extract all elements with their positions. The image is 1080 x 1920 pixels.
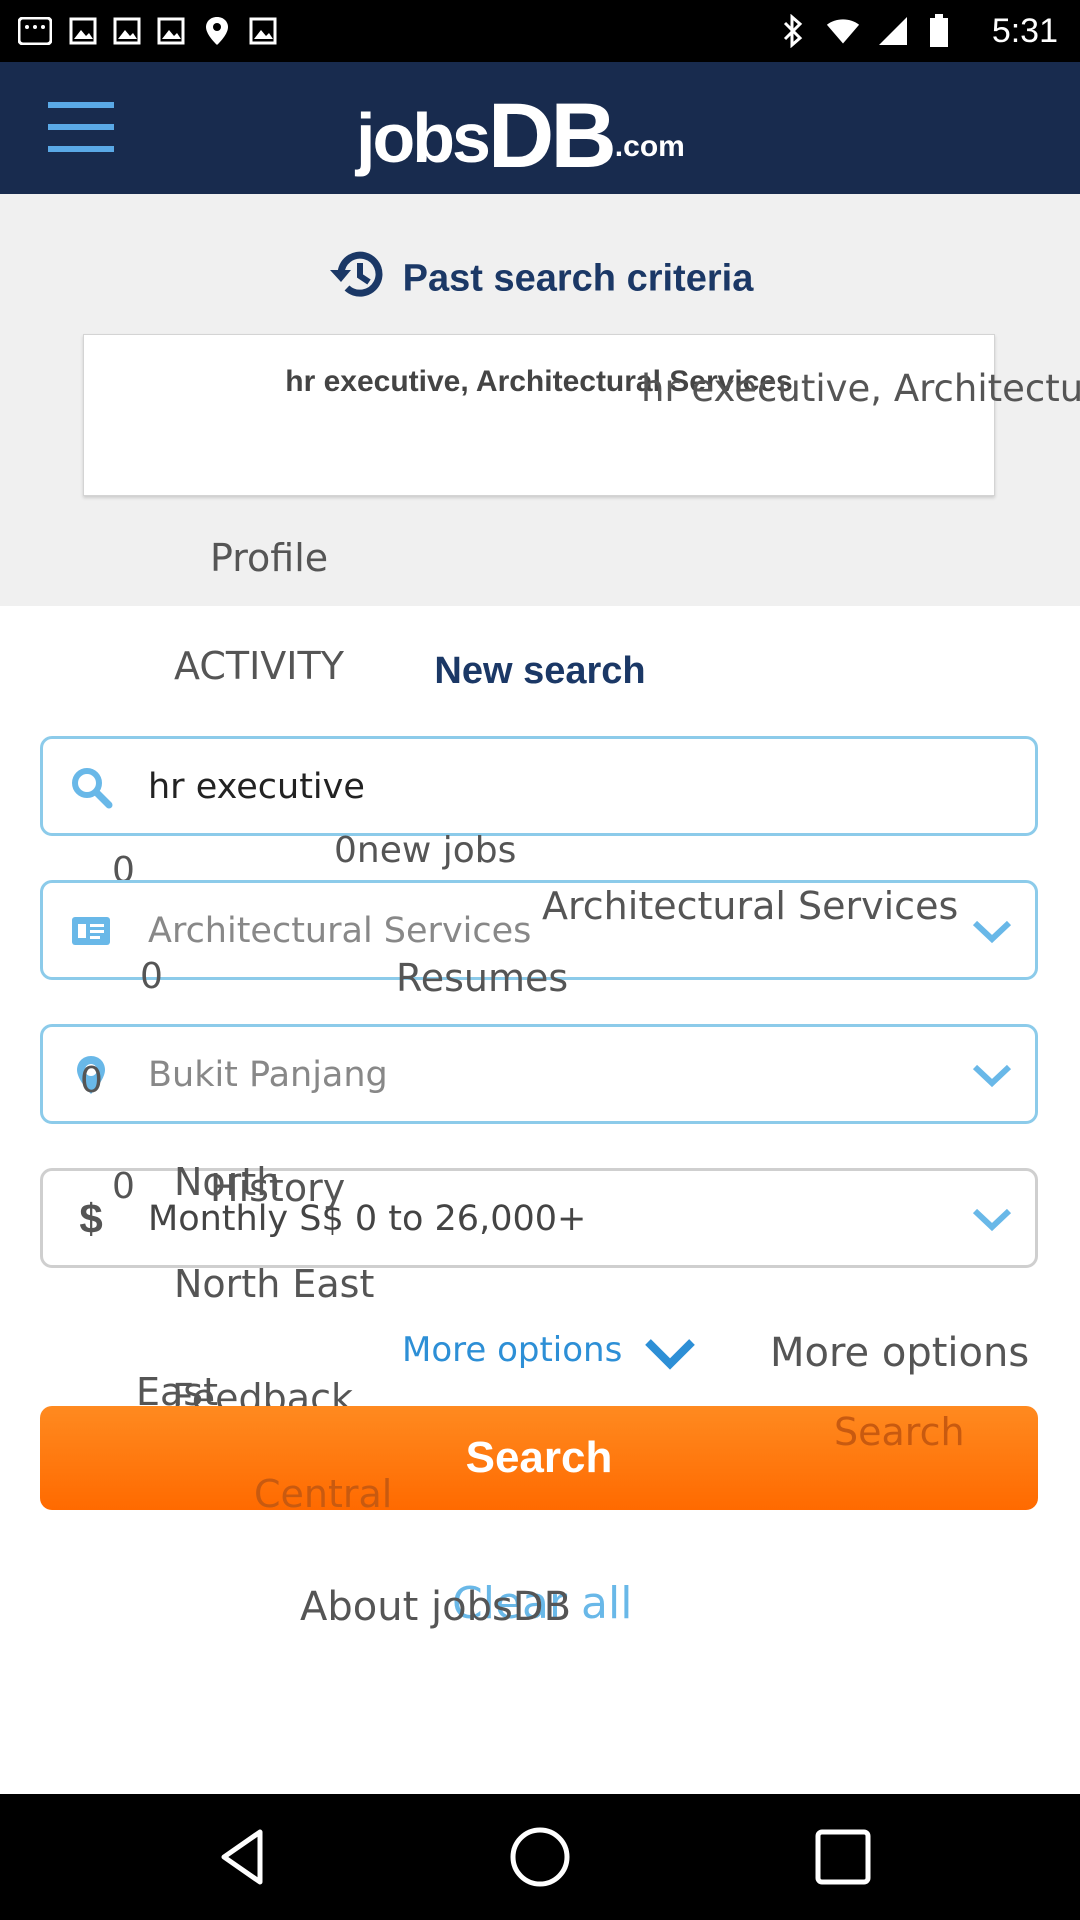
status-time: 5:31 [991,12,1058,50]
app-notification-icon [18,14,52,48]
image-notification-icon-2 [110,14,144,48]
system-nav-bar [0,1794,1080,1920]
industry-value: Architectural Services [148,911,532,951]
drawer-architectural-services: Architectural Services [542,884,959,928]
new-search-title: New search [434,650,646,692]
past-search-card[interactable]: hr executive, Architectural Services [83,334,995,496]
drawer-north-east: North East [174,1262,375,1306]
menu-icon[interactable] [48,102,114,156]
ghost-zero-2: 0 [140,956,163,997]
past-search-title-text: Past search criteria [402,257,754,300]
history-icon [327,246,389,312]
jobsdb-logo: jobs DB .com [356,78,685,188]
status-bar: 5:31 [0,0,1080,62]
home-icon[interactable] [507,1824,573,1890]
ghost-search-text: Search [834,1410,965,1454]
drawer-more-options: More options [770,1330,1030,1376]
location-pin-icon [200,14,234,48]
keyword-search-input[interactable]: hr executive [40,736,1038,836]
chevron-down-icon [969,1055,1015,1095]
ghost-zero-3: 0 [80,1060,103,1101]
drawer-resumes[interactable]: Resumes [396,956,568,1000]
industry-card-icon [69,909,113,953]
past-search-title: Past search criteria [0,246,1080,312]
signal-icon [876,14,910,48]
chevron-down-icon [969,1199,1015,1239]
image-notification-icon-3 [154,14,188,48]
dollar-icon: $ [79,1195,103,1242]
location-select[interactable]: Bukit Panjang [40,1024,1038,1124]
more-options-link[interactable]: More options [402,1330,622,1370]
ghost-zero-4: 0 [112,1166,135,1207]
wifi-icon [826,14,860,48]
drawer-about-jobsdb[interactable]: About jobsDB [300,1584,571,1630]
drawer-history[interactable]: History [210,1166,345,1210]
recents-icon[interactable] [810,1824,876,1890]
drawer-central: Central [254,1472,393,1516]
logo-com: .com [614,130,685,163]
drawer-new-jobs[interactable]: 0new jobs [334,830,516,871]
chevron-down-icon[interactable] [642,1330,698,1376]
battery-icon [922,14,956,48]
logo-jobs: jobs [356,99,491,177]
back-icon[interactable] [212,1824,278,1890]
bluetooth-icon [776,14,810,48]
location-value: Bukit Panjang [148,1055,388,1095]
keyword-value: hr executive [148,767,365,807]
logo-db: DB [487,85,617,188]
drawer-profile[interactable]: Profile [210,536,328,580]
image-notification-icon [66,14,100,48]
app-header: jobs DB .com [0,62,1080,194]
ghost-criteria-text: hr executive, Architectu [641,367,1080,410]
image-notification-icon-4 [246,14,280,48]
search-icon [69,765,113,809]
chevron-down-icon [969,911,1015,951]
